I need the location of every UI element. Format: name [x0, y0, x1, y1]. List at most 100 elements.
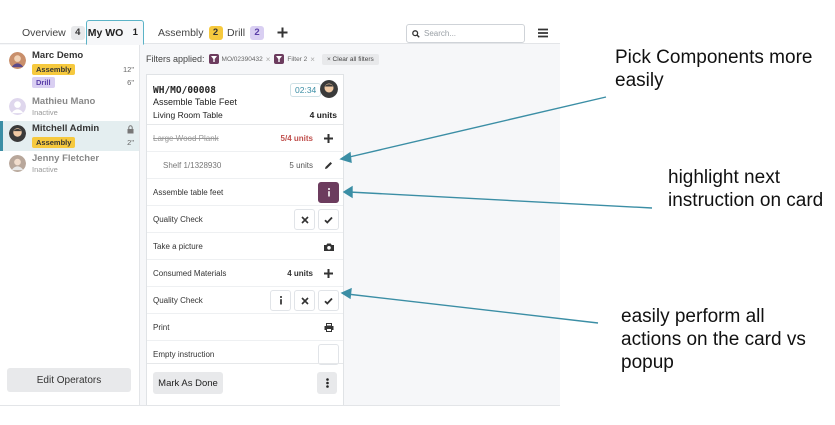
remove-filter-icon[interactable]: × [310, 55, 315, 64]
card-header[interactable]: WH/MO/00008 Assemble Table Feet Living R… [147, 75, 343, 125]
edit-operators-button[interactable]: Edit Operators [7, 368, 131, 392]
add-material-button[interactable] [318, 263, 339, 284]
workorder-timer[interactable]: 02:34 [290, 83, 322, 97]
tab-assembly[interactable]: Assembly 2 [158, 21, 223, 44]
tab-count: 2 [250, 25, 265, 40]
annotation-highlight-instruction: highlight next instruction on card [668, 167, 824, 211]
time-spent: 6" [127, 77, 134, 87]
print-icon [324, 323, 333, 332]
hamburger-icon[interactable] [537, 27, 549, 39]
component-quantity: 5/4 units [280, 134, 313, 143]
print-row[interactable]: Print [147, 314, 343, 341]
operator-name: Jenny Fletcher [32, 153, 100, 164]
filters-label: Filters applied: [146, 54, 205, 64]
avatar [9, 98, 26, 115]
instruction-label: Assemble table feet [153, 188, 224, 197]
tab-label: Assembly [158, 26, 204, 39]
tab-label: Drill [227, 26, 246, 39]
check-icon [324, 216, 333, 224]
clear-all-filters-button[interactable]: × Clear all filters [321, 53, 379, 65]
plus-icon [277, 27, 288, 38]
avatar [9, 125, 26, 142]
operator-workorder-row: Drill 6" [32, 76, 139, 88]
component-lot-row[interactable]: Shelf 1/1328930 5 units [147, 152, 343, 179]
filter-chip-label: Filter 2 [287, 55, 308, 63]
filter-chip[interactable]: Filter 2 × [274, 54, 315, 64]
close-icon [300, 215, 309, 224]
instruction-info-button[interactable] [318, 182, 339, 203]
tab-overview[interactable]: Overview 4 [22, 21, 85, 44]
workcenter-badge: Drill [32, 76, 55, 88]
lot-name: Shelf 1/1328930 [163, 161, 222, 170]
operator-name: Marc Demo [32, 50, 84, 61]
time-spent: 2" [127, 137, 134, 147]
empty-action-button[interactable] [318, 344, 339, 365]
more-options-button[interactable] [317, 372, 337, 394]
card-footer: Mark As Done [147, 363, 343, 405]
search-box[interactable] [406, 24, 525, 43]
avatar [9, 155, 26, 172]
take-picture-button[interactable] [318, 236, 339, 257]
search-icon [412, 29, 420, 38]
print-button[interactable] [318, 317, 339, 338]
add-component-button[interactable] [318, 128, 339, 149]
component-row[interactable]: Large Wood Plank 5/4 units [147, 125, 343, 152]
workorder-card: WH/MO/00008 Assemble Table Feet Living R… [146, 74, 344, 405]
tab-my-wo[interactable]: My WO 1 [86, 20, 144, 45]
workorder-reference: WH/MO/00008 [153, 85, 216, 96]
operator-mathieu-mano[interactable]: Mathieu Mano Inactive [0, 96, 139, 120]
picture-row[interactable]: Take a picture [147, 233, 343, 260]
workcenter-badge: Assembly [32, 136, 76, 148]
search-input[interactable] [424, 29, 519, 38]
operator-name: Mitchell Admin [32, 123, 100, 134]
top-bar: Overview 4 My WO 1 Assembly 2 Drill 2 [0, 0, 560, 45]
workorder-app: Overview 4 My WO 1 Assembly 2 Drill 2 Ma… [0, 0, 560, 406]
tab-count: 4 [70, 25, 85, 40]
operator-workorder-row: Assembly 2" [32, 136, 139, 148]
quality-check-row[interactable]: Quality Check [147, 287, 343, 314]
operator-status: Inactive [32, 165, 58, 174]
consumed-label: Consumed Materials [153, 269, 227, 278]
edit-component-button[interactable] [318, 155, 339, 176]
operator-name-row: Mitchell Admin [32, 123, 139, 135]
consumed-quantity: 4 units [287, 269, 313, 278]
operator-mitchell-admin[interactable]: Mitchell Admin Assembly 2" [0, 121, 139, 151]
consumed-materials-row[interactable]: Consumed Materials 4 units [147, 260, 343, 287]
check-label: Quality Check [153, 296, 203, 305]
pencil-icon [325, 162, 332, 169]
fail-check-button[interactable] [294, 209, 315, 230]
instruction-row[interactable]: Assemble table feet [147, 179, 343, 206]
component-name: Large Wood Plank [153, 134, 219, 143]
avatar [9, 52, 26, 69]
remove-filter-icon[interactable]: × [266, 55, 271, 64]
check-info-button[interactable] [270, 290, 291, 311]
pass-check-button[interactable] [318, 209, 339, 230]
check-label: Quality Check [153, 215, 203, 224]
mark-as-done-button[interactable]: Mark As Done [153, 372, 223, 394]
print-label: Print [153, 323, 170, 332]
annotation-perform-actions: easily perform all actions on the card v… [621, 306, 806, 373]
pass-check-button[interactable] [318, 290, 339, 311]
fail-check-button[interactable] [294, 290, 315, 311]
tab-drill[interactable]: Drill 2 [227, 21, 265, 44]
operation-name: Assemble Table Feet [153, 97, 237, 107]
operator-name: Mathieu Mano [32, 96, 96, 107]
product-quantity: 4 units [309, 110, 337, 120]
close-icon [300, 296, 309, 305]
operator-status: Inactive [32, 108, 58, 117]
lock-icon [127, 124, 134, 133]
tab-count: 1 [132, 26, 138, 38]
tab-label: Overview [22, 26, 66, 39]
filter-chip[interactable]: MO/02390432 × [208, 54, 271, 64]
kebab-icon [325, 378, 329, 388]
add-tab-button[interactable] [277, 21, 288, 44]
operator-marc-demo[interactable]: Marc Demo Assembly 12" Drill 6" [0, 50, 139, 95]
tab-label: My WO [87, 26, 124, 39]
camera-icon [323, 243, 334, 251]
quality-check-row[interactable]: Quality Check [147, 206, 343, 233]
plus-icon [324, 269, 333, 278]
operator-jenny-fletcher[interactable]: Jenny Fletcher Inactive [0, 153, 139, 179]
time-spent: 12" [122, 64, 134, 74]
filter-icon [274, 54, 285, 64]
avatar [320, 80, 338, 98]
